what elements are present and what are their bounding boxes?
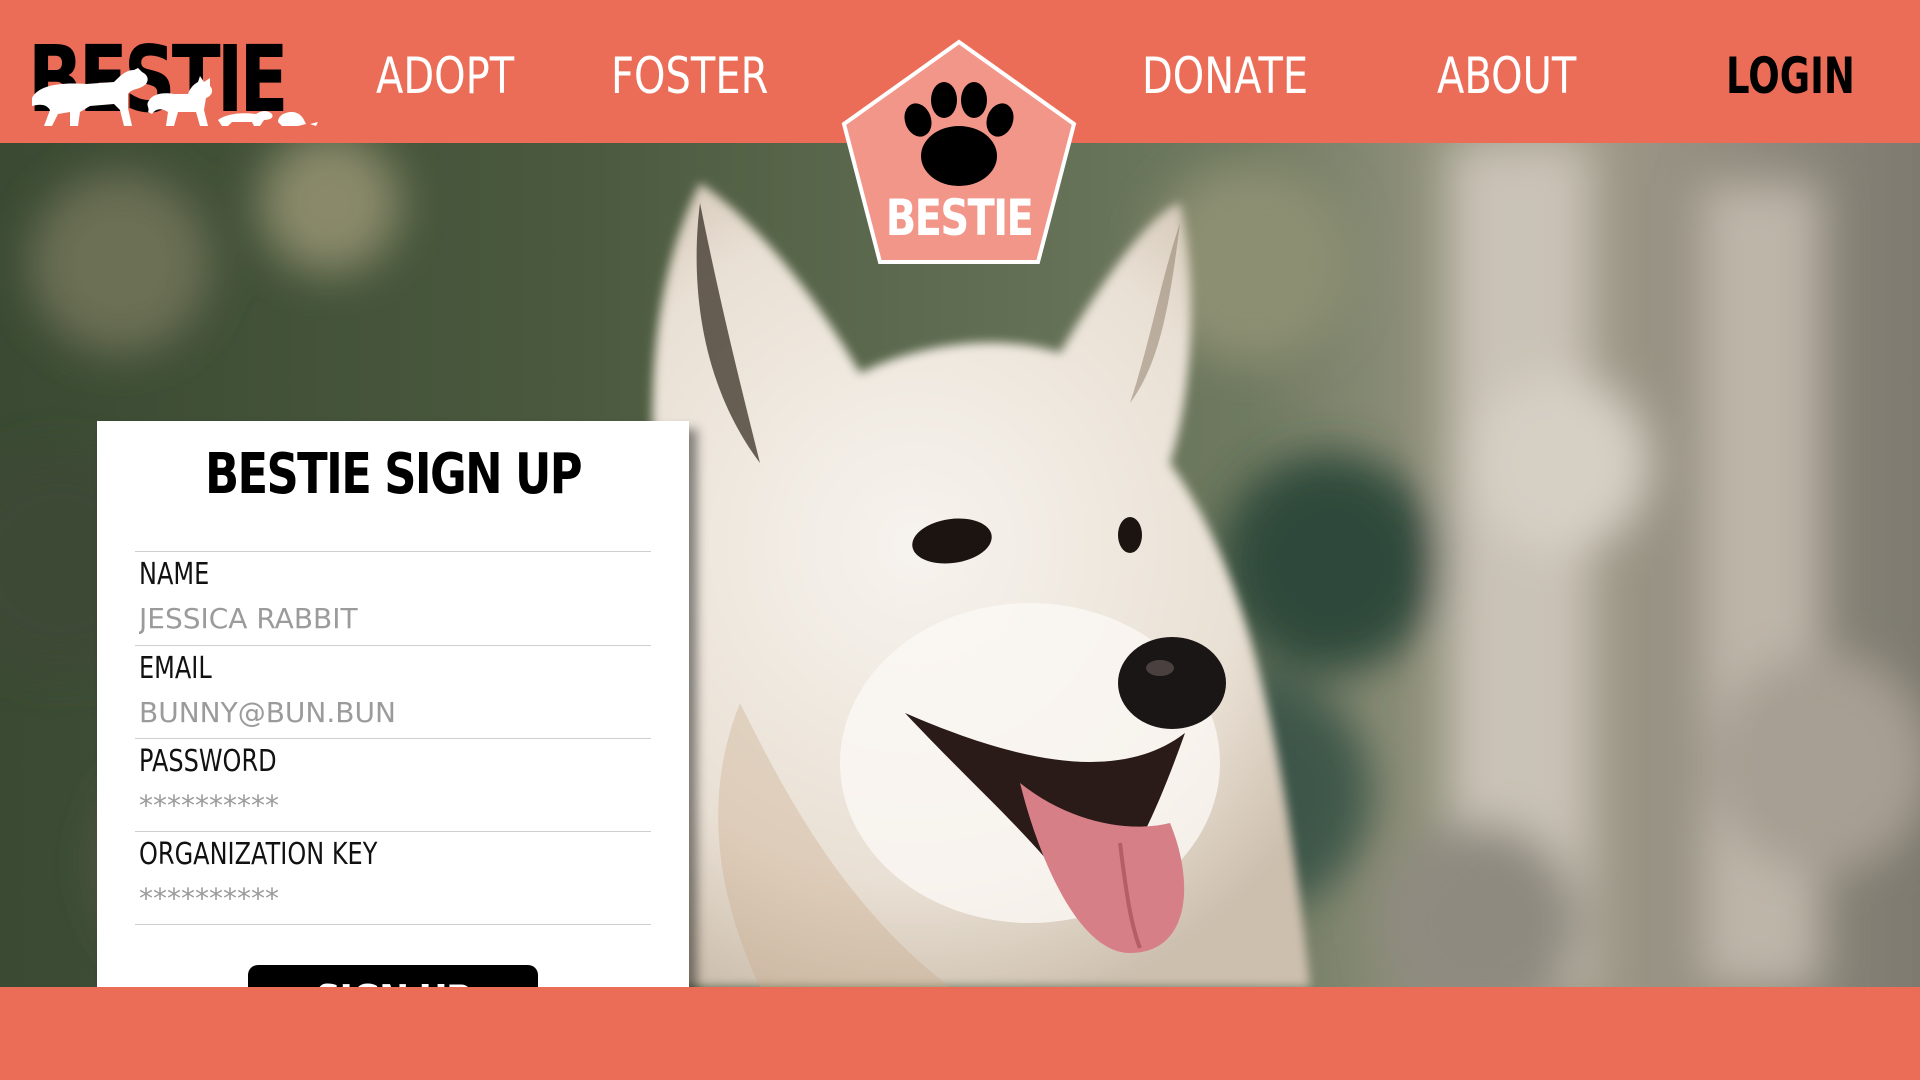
signup-form-card: BESTIE SIGN UP NAME EMAIL PASSWORD ORGAN… — [97, 421, 689, 987]
email-label: EMAIL — [139, 651, 212, 686]
cat-silhouette-icon — [147, 76, 213, 126]
email-field-group: EMAIL — [135, 646, 651, 739]
name-label: NAME — [139, 557, 210, 592]
hero-dog-photo: BESTIE SIGN UP NAME EMAIL PASSWORD ORGAN… — [0, 143, 1920, 987]
name-input[interactable] — [139, 598, 639, 638]
organization-key-label: ORGANIZATION KEY — [139, 837, 378, 872]
email-input[interactable] — [139, 692, 639, 732]
nav-adopt-link[interactable]: ADOPT — [376, 46, 514, 106]
signup-button[interactable]: SIGN UP — [248, 965, 538, 987]
signup-button-label: SIGN UP — [280, 965, 506, 987]
organization-key-input[interactable] — [139, 878, 639, 918]
name-field-group: NAME — [135, 552, 651, 645]
organization-key-field-group: ORGANIZATION KEY — [135, 832, 651, 925]
nav-about-link[interactable]: ABOUT — [1437, 46, 1576, 106]
password-input[interactable] — [139, 785, 639, 825]
nav-login-link[interactable]: LOGIN — [1726, 46, 1855, 106]
nav-foster-link[interactable]: FOSTER — [611, 46, 768, 106]
hamster-silhouette-icon — [278, 112, 318, 126]
bestie-badge[interactable]: BESTIE — [838, 38, 1080, 268]
nav-donate-link[interactable]: DONATE — [1142, 46, 1308, 106]
signup-title: BESTIE SIGN UP — [204, 442, 583, 507]
password-field-group: PASSWORD — [135, 739, 651, 832]
dog-silhouette-icon — [32, 68, 148, 126]
ferret-silhouette-icon — [218, 111, 273, 126]
password-label: PASSWORD — [139, 744, 277, 779]
bestie-logo[interactable]: BESTIE — [28, 32, 318, 128]
badge-wordmark: BESTIE — [885, 189, 1034, 247]
animal-silhouettes-icon — [32, 68, 318, 126]
divider — [135, 924, 651, 925]
